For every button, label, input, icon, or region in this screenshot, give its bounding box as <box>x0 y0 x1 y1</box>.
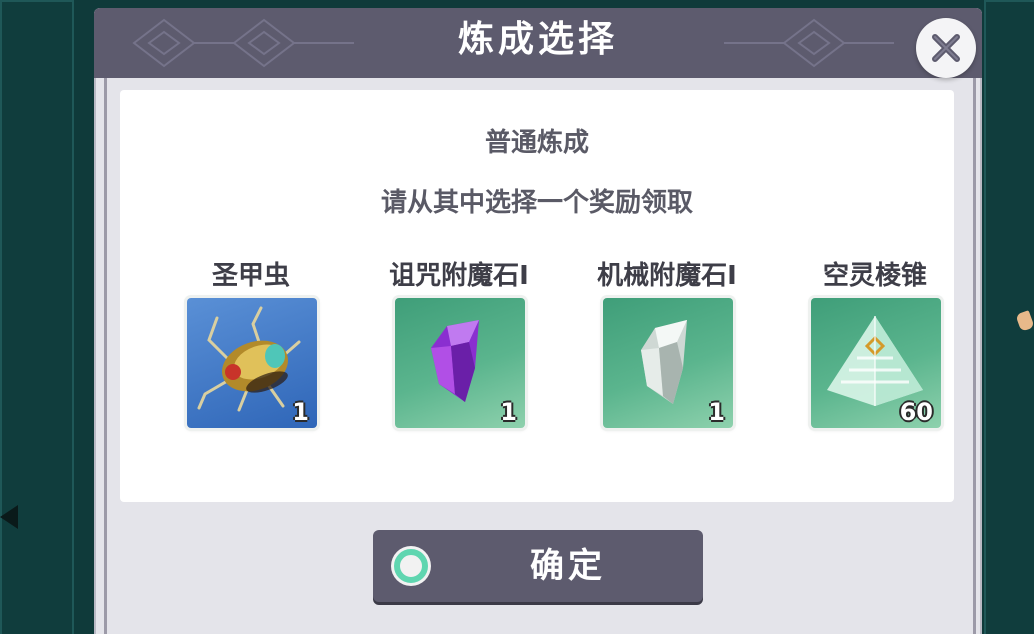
reward-name-pyramid: 空灵棱锥 <box>822 261 927 291</box>
instruction-text: 请从其中选择一个奖励领取 <box>380 188 693 218</box>
circle-ring-icon <box>391 546 431 586</box>
reward-slot-scarab[interactable]: 1 <box>187 298 317 428</box>
reward-slot-pyramid[interactable]: 60 <box>811 298 941 428</box>
synthesis-choice-dialog: 炼成选择 普通炼成 请从其中选择一个奖励领取 圣甲虫 1 诅咒附魔石I 1 机械… <box>94 8 982 634</box>
reward-count-pyramid: 60 <box>899 398 933 426</box>
dialog-title: 炼成选择 <box>457 19 618 60</box>
close-icon <box>932 34 960 62</box>
reward-name-mech-stone: 机械附魔石I <box>597 261 737 291</box>
reward-card: 普通炼成 请从其中选择一个奖励领取 圣甲虫 1 诅咒附魔石I 1 机械附魔石I … <box>120 90 954 502</box>
confirm-button[interactable]: 确定 <box>373 530 703 602</box>
reward-count-curse-stone: 1 <box>500 398 517 426</box>
reward-name-scarab: 圣甲虫 <box>211 261 290 291</box>
close-button[interactable] <box>916 18 976 78</box>
reward-slot-curse-stone[interactable]: 1 <box>395 298 525 428</box>
game-scene: 炼成选择 普通炼成 请从其中选择一个奖励领取 圣甲虫 1 诅咒附魔石I 1 机械… <box>0 0 1034 634</box>
reward-slot-mech-stone[interactable]: 1 <box>603 298 733 428</box>
background-panel-left <box>0 0 74 634</box>
subtitle: 普通炼成 <box>484 128 589 158</box>
confirm-label: 确定 <box>530 546 606 586</box>
reward-count-mech-stone: 1 <box>708 398 725 426</box>
dialog-header: 炼成选择 <box>94 8 982 78</box>
background-arrow-icon <box>0 505 18 529</box>
reward-count-scarab: 1 <box>292 398 309 426</box>
reward-name-curse-stone: 诅咒附魔石I <box>389 261 529 291</box>
